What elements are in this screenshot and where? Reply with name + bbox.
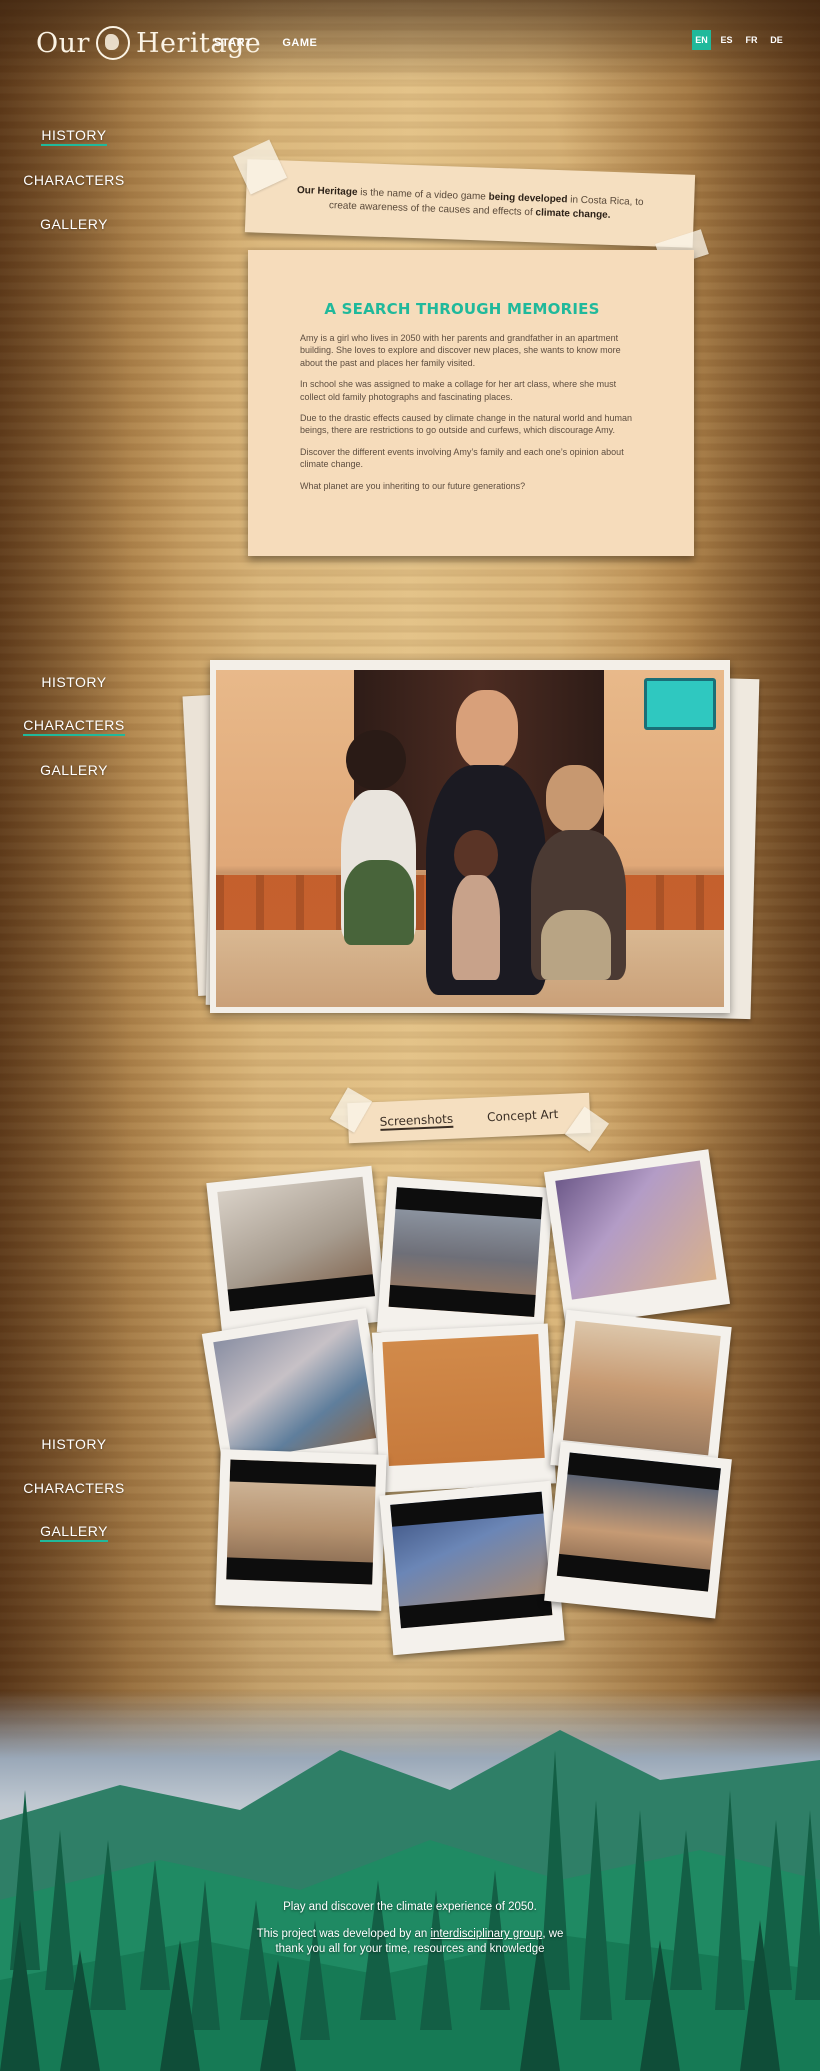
side-nav-characters[interactable]: CHARACTERS xyxy=(20,704,128,748)
screenshot-polaroid[interactable] xyxy=(544,1441,732,1619)
screenshot-polaroid[interactable] xyxy=(371,1323,557,1493)
screenshot-image xyxy=(390,1491,553,1629)
side-nav-history-section: HISTORY CHARACTERS GALLERY xyxy=(20,114,128,246)
interdisciplinary-group-link[interactable]: interdisciplinary group xyxy=(430,1928,542,1940)
character-father-head xyxy=(456,690,518,770)
footer-text: Play and discover the climate experience… xyxy=(0,1900,820,1957)
screenshot-polaroid[interactable] xyxy=(379,1480,565,1656)
screenshot-image xyxy=(226,1459,377,1585)
language-switcher: EN ES FR DE xyxy=(692,30,786,50)
story-paragraph: Due to the drastic effects caused by cli… xyxy=(300,413,633,436)
screenshot-image xyxy=(556,1452,721,1592)
screenshot-image xyxy=(213,1319,377,1461)
tab-concept-art[interactable]: Concept Art xyxy=(487,1107,559,1124)
character-mother-head xyxy=(346,730,406,790)
side-nav-history[interactable]: HISTORY xyxy=(20,1422,128,1466)
screenshot-image xyxy=(382,1334,545,1467)
dialog-bar xyxy=(388,1285,536,1317)
character-grandfather-head xyxy=(546,765,604,833)
side-nav-gallery[interactable]: GALLERY xyxy=(20,202,128,246)
story-paragraph: What planet are you inheriting to our fu… xyxy=(300,480,526,491)
story-title: A SEARCH THROUGH MEMORIES xyxy=(324,300,600,318)
side-nav-characters[interactable]: CHARACTERS xyxy=(20,1466,128,1510)
letterbox-bar xyxy=(395,1187,543,1219)
wall-screen xyxy=(644,678,716,730)
lang-de-button[interactable]: DE xyxy=(767,30,786,50)
side-nav-characters[interactable]: CHARACTERS xyxy=(20,158,128,202)
footer-tagline: Play and discover the climate experience… xyxy=(283,1901,537,1913)
dialog-bar xyxy=(399,1592,553,1629)
globe-icon xyxy=(95,26,130,60)
side-nav-history[interactable]: HISTORY xyxy=(20,660,128,704)
forest-illustration xyxy=(0,1730,820,2071)
side-nav-gallery[interactable]: GALLERY xyxy=(20,748,128,792)
characters-photo xyxy=(210,660,730,1013)
side-nav-gallery[interactable]: GALLERY xyxy=(20,1510,128,1554)
gallery-tabs: Screenshots Concept Art xyxy=(347,1092,591,1144)
tab-screenshots[interactable]: Screenshots xyxy=(379,1111,454,1131)
character-grandfather-pants xyxy=(541,910,611,980)
characters-illustration xyxy=(216,670,724,1007)
intro-note: Our Heritage is the name of a video game… xyxy=(244,159,696,248)
footer-credits: This project was developed by an interdi… xyxy=(256,1927,564,1955)
intro-text: Our Heritage is the name of a video game… xyxy=(296,184,644,221)
side-nav-gallery-section: HISTORY CHARACTERS GALLERY xyxy=(20,1422,128,1554)
nav-start-link[interactable]: START xyxy=(214,37,252,49)
letterbox-bar xyxy=(229,1459,377,1487)
screenshot-image xyxy=(562,1320,721,1456)
story-paragraph: Amy is a girl who lives in 2050 with her… xyxy=(300,333,621,368)
nav-game-link[interactable]: GAME xyxy=(282,37,317,49)
dialog-bar xyxy=(226,1557,373,1585)
top-nav: START GAME xyxy=(214,37,317,49)
letterbox-bar xyxy=(567,1452,721,1491)
characters-photo-stack xyxy=(182,652,760,1032)
screenshot-image xyxy=(388,1187,543,1317)
character-amy xyxy=(452,875,500,980)
character-amy-head xyxy=(454,830,498,880)
side-nav-characters-section: HISTORY CHARACTERS GALLERY xyxy=(20,660,128,792)
logo-word-our: Our xyxy=(36,27,90,59)
screenshot-polaroid[interactable] xyxy=(376,1176,554,1344)
dialog-bar xyxy=(227,1274,376,1312)
screenshot-image xyxy=(555,1160,717,1300)
story-paragraph: In school she was assigned to make a col… xyxy=(300,379,617,402)
letterbox-bar xyxy=(390,1491,544,1528)
side-nav-history[interactable]: HISTORY xyxy=(20,114,128,158)
screenshot-image xyxy=(217,1176,376,1312)
story-paragraph: Discover the different events involving … xyxy=(300,446,624,470)
character-mother-skirt xyxy=(344,860,414,945)
screenshot-polaroid[interactable] xyxy=(215,1449,387,1611)
dialog-bar xyxy=(556,1553,711,1592)
lang-es-button[interactable]: ES xyxy=(717,30,736,50)
lang-en-button[interactable]: EN xyxy=(692,30,711,50)
footer-landscape xyxy=(0,1690,820,2071)
lang-fr-button[interactable]: FR xyxy=(742,30,761,50)
story-paper: A SEARCH THROUGH MEMORIES Amy is a girl … xyxy=(248,250,694,556)
screenshot-polaroid[interactable] xyxy=(543,1149,731,1327)
